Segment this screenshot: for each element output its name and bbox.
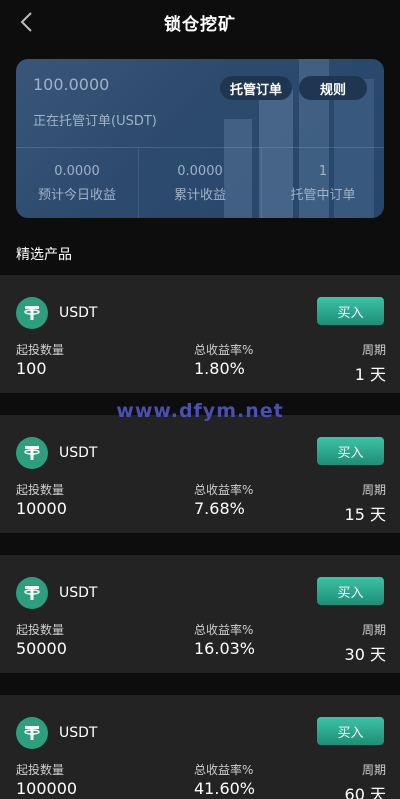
buy-button[interactable]: 买入 [317, 297, 384, 325]
header: 锁仓挖矿 [0, 0, 400, 44]
tether-icon [16, 297, 48, 329]
min-amount-label: 起投数量 [16, 483, 65, 497]
stat-value: 0.0000 [177, 163, 223, 179]
back-button[interactable] [14, 10, 38, 34]
period-value: 60 天 [344, 785, 386, 799]
coin-name: USDT [59, 445, 98, 461]
period-value: 15 天 [344, 505, 386, 524]
min-amount-label: 起投数量 [16, 763, 65, 777]
stat-active-orders: 1 托管中订单 [262, 148, 384, 218]
stats-row: 0.0000 预计今日收益 0.0000 累计收益 1 托管中订单 [16, 148, 384, 218]
chevron-left-icon [20, 12, 32, 32]
total-rate-value: 7.68% [194, 499, 245, 518]
tether-icon [16, 717, 48, 749]
min-amount-value: 10000 [16, 499, 67, 518]
product-card: USDT 买入 起投数量 总收益率% 周期 10000 7.68% 15 天 [0, 415, 400, 533]
watermark: www.dfym.net [116, 400, 284, 422]
period-value: 30 天 [344, 645, 386, 664]
total-rate-label: 总收益率% [194, 763, 254, 777]
stat-label: 累计收益 [173, 187, 226, 203]
min-amount-value: 50000 [16, 639, 67, 658]
hosting-amount: 100.0000 [33, 75, 110, 94]
page-title: 锁仓挖矿 [164, 14, 236, 35]
stat-label: 预计今日收益 [37, 187, 116, 203]
total-rate-value: 1.80% [194, 359, 245, 378]
buy-button[interactable]: 买入 [317, 577, 384, 605]
stat-label: 托管中订单 [290, 187, 356, 203]
stat-value: 0.0000 [54, 163, 100, 179]
tether-icon [16, 577, 48, 609]
total-rate-value: 41.60% [194, 779, 256, 798]
period-label: 周期 [361, 483, 386, 497]
total-rate-value: 16.03% [194, 639, 256, 658]
min-amount-value: 100000 [16, 779, 78, 798]
period-label: 周期 [361, 343, 386, 357]
coin-name: USDT [59, 305, 98, 321]
tether-icon [16, 437, 48, 469]
period-value: 1 天 [354, 365, 386, 384]
summary-card: 100.0000 正在托管订单(USDT) 托管订单 规则 0.0000 预计今… [16, 59, 384, 218]
total-rate-label: 总收益率% [194, 343, 254, 357]
product-card: USDT 买入 起投数量 总收益率% 周期 100000 41.60% 60 天 [0, 695, 400, 799]
buy-button[interactable]: 买入 [317, 717, 384, 745]
coin-name: USDT [59, 585, 98, 601]
min-amount-label: 起投数量 [16, 623, 65, 637]
period-label: 周期 [361, 623, 386, 637]
min-amount-label: 起投数量 [16, 343, 65, 357]
hosted-orders-button[interactable]: 托管订单 [220, 76, 292, 100]
stat-today-earnings: 0.0000 预计今日收益 [16, 148, 139, 218]
rules-button[interactable]: 规则 [299, 76, 367, 100]
period-label: 周期 [361, 763, 386, 777]
hosting-label: 正在托管订单(USDT) [33, 114, 157, 129]
min-amount-value: 100 [16, 359, 47, 378]
stat-total-earnings: 0.0000 累计收益 [139, 148, 262, 218]
section-title: 精选产品 [16, 247, 72, 263]
total-rate-label: 总收益率% [194, 483, 254, 497]
product-card: USDT 买入 起投数量 总收益率% 周期 100 1.80% 1 天 [0, 275, 400, 393]
total-rate-label: 总收益率% [194, 623, 254, 637]
buy-button[interactable]: 买入 [317, 437, 384, 465]
product-card: USDT 买入 起投数量 总收益率% 周期 50000 16.03% 30 天 [0, 555, 400, 673]
stat-value: 1 [318, 163, 328, 179]
coin-name: USDT [59, 725, 98, 741]
